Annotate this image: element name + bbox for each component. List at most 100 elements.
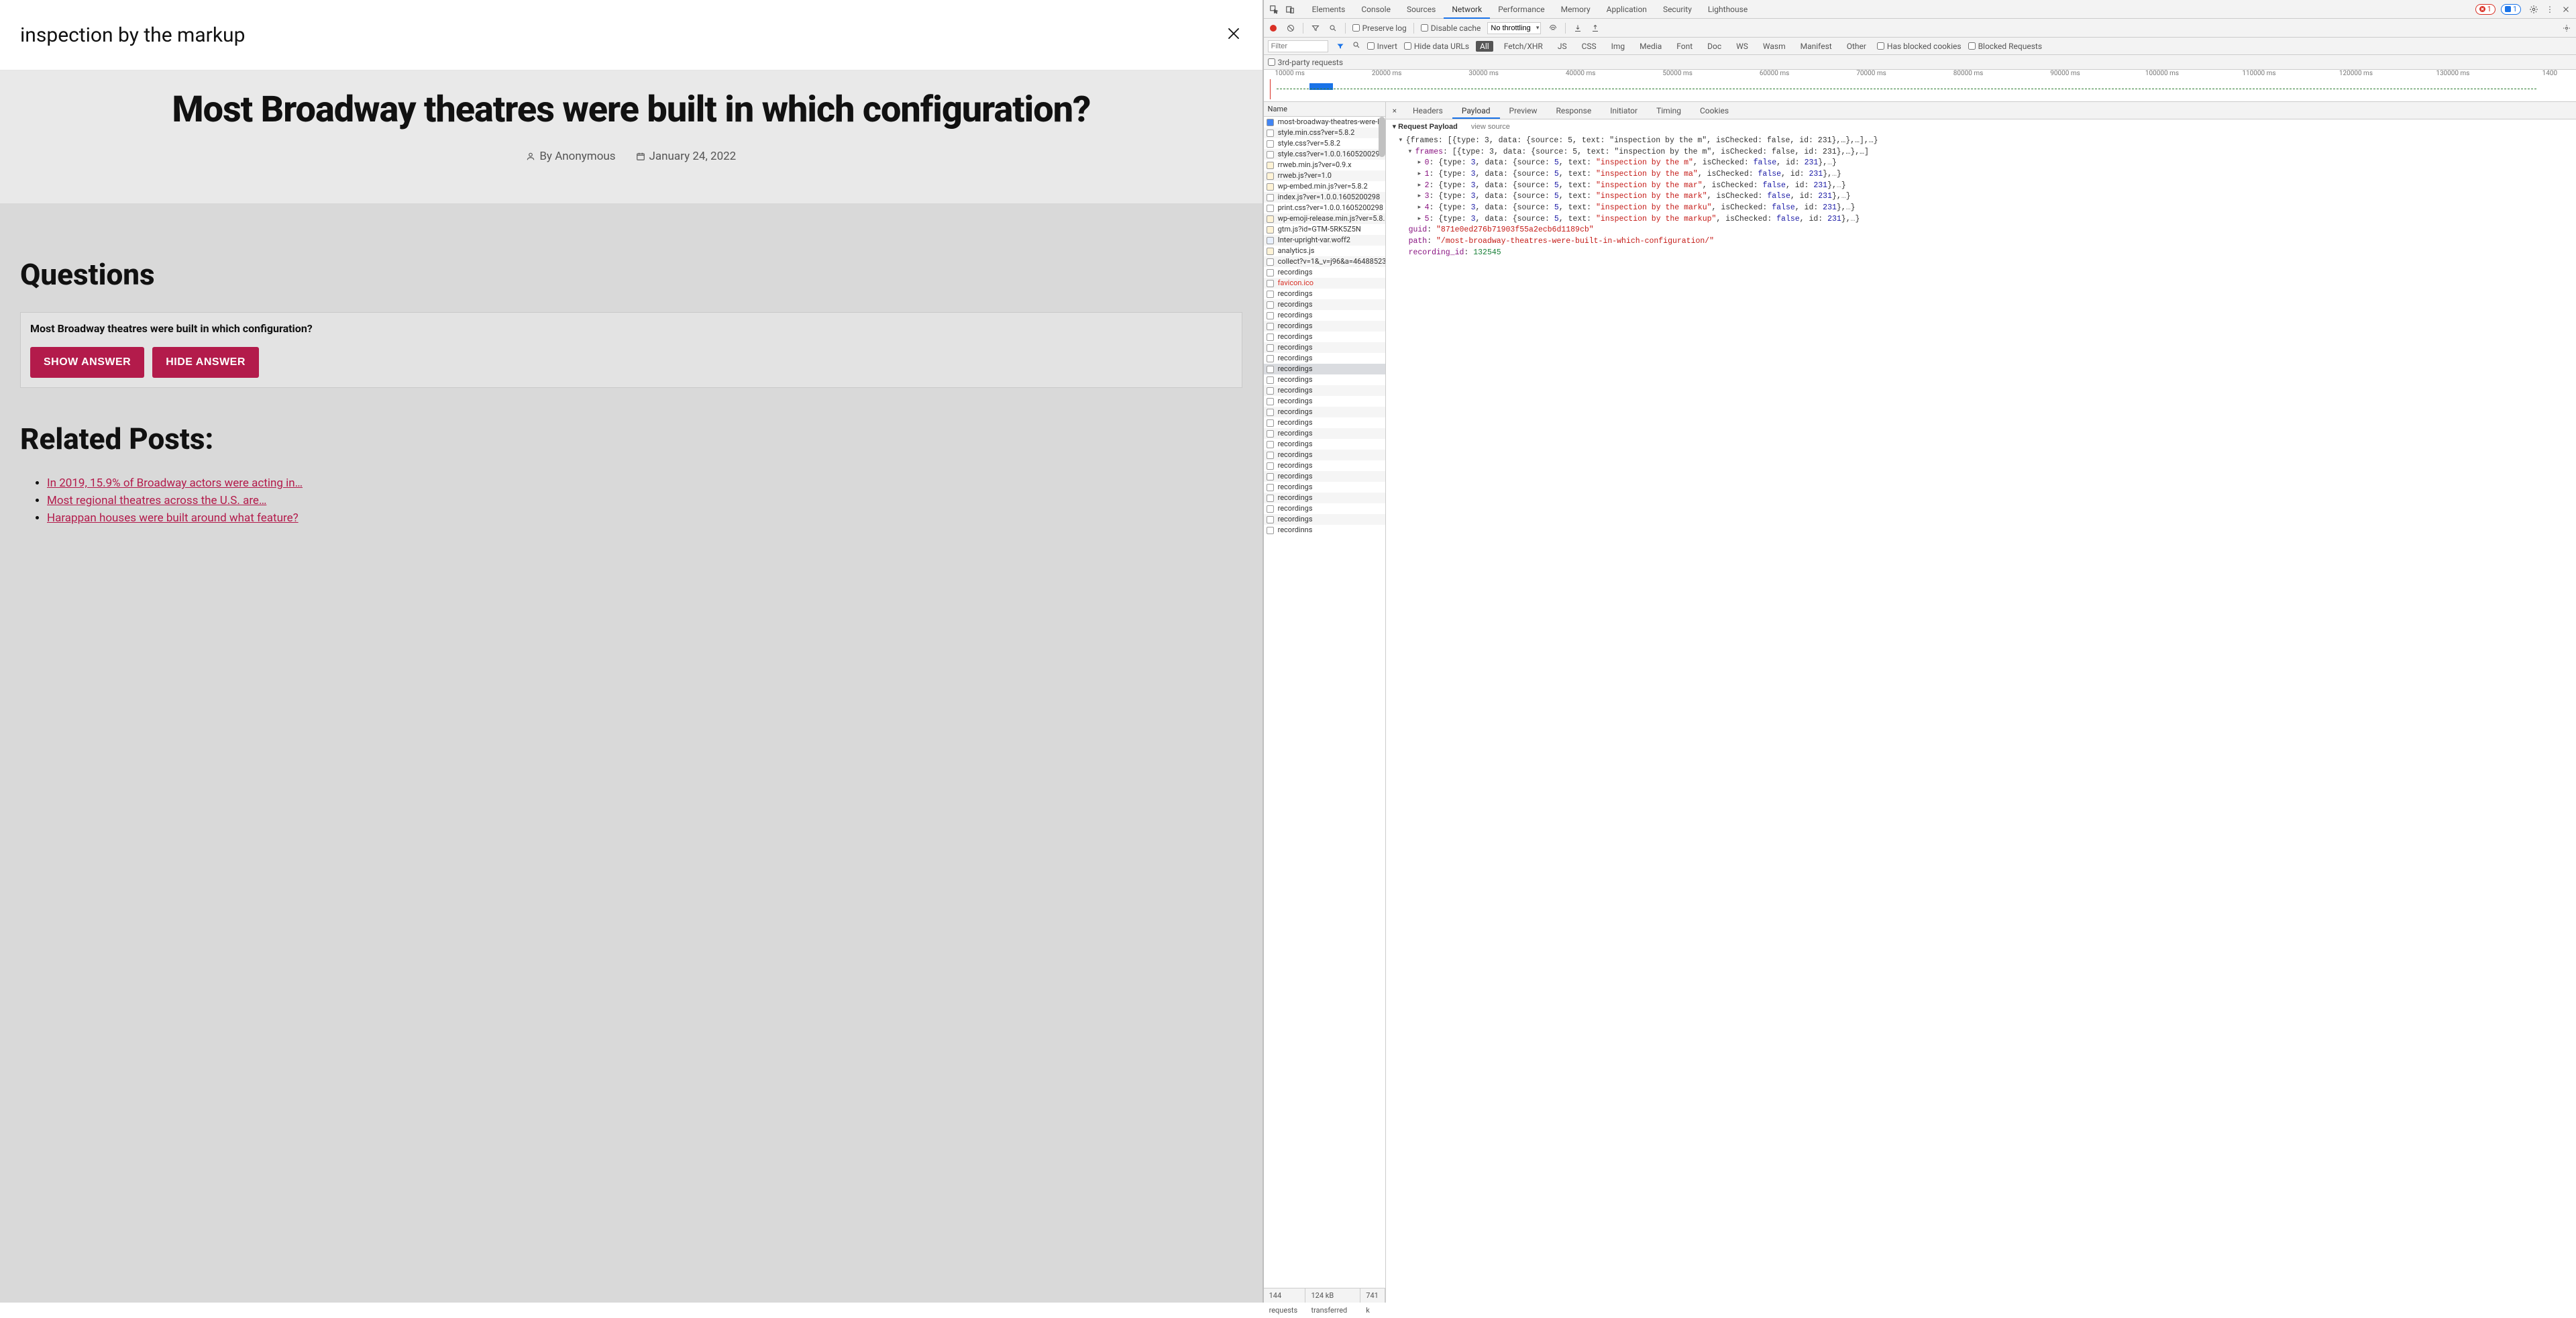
table-row[interactable]: recordings [1264,321,1385,332]
table-row[interactable]: recordings [1264,417,1385,428]
import-har-icon[interactable] [1572,23,1583,34]
filter-type-other[interactable]: Other [1843,41,1870,52]
invert-check[interactable]: Invert [1367,42,1397,51]
table-row[interactable]: recordings [1264,482,1385,493]
tab-console[interactable]: Console [1353,0,1399,19]
table-row[interactable]: recordings [1264,364,1385,374]
table-row[interactable]: wp-embed.min.js?ver=5.8.2 [1264,181,1385,192]
table-row[interactable]: recordings [1264,342,1385,353]
hide-data-urls-check[interactable]: Hide data URLs [1404,42,1469,51]
table-row[interactable]: recordings [1264,503,1385,514]
filter-type-font[interactable]: Font [1672,41,1697,52]
table-row[interactable]: analytics.js [1264,246,1385,256]
blocked-requests-check[interactable]: Blocked Requests [1968,42,2042,51]
filter-type-media[interactable]: Media [1635,41,1666,52]
filter-type-all[interactable]: All [1476,41,1493,52]
table-row[interactable]: gtm.js?id=GTM-5RK5Z5N [1264,224,1385,235]
filter-type-ws[interactable]: WS [1732,41,1752,52]
tree-node[interactable]: {frames: [{type: 3, data: {source: 5, te… [1399,136,2569,147]
filter-type-wasm[interactable]: Wasm [1759,41,1790,52]
payload-pane[interactable]: ▾ Request Payload view source {frames: [… [1386,119,2576,1303]
device-toolbar-icon[interactable] [1283,2,1297,17]
tree-node[interactable]: 5: {type: 3, data: {source: 5, text: "in… [1399,214,2569,225]
table-row[interactable]: recordings [1264,439,1385,450]
filter-type-js[interactable]: JS [1554,41,1571,52]
filter-toggle-icon[interactable] [1310,23,1321,34]
table-row[interactable]: recordings [1264,460,1385,471]
export-har-icon[interactable] [1590,23,1601,34]
tab-payload[interactable]: Payload [1452,102,1500,119]
tab-preview[interactable]: Preview [1500,102,1547,119]
table-row[interactable]: Inter-upright-var.woff2 [1264,235,1385,246]
filter-type-img[interactable]: Img [1607,41,1629,52]
table-row[interactable]: recordings [1264,385,1385,396]
search-icon[interactable] [1328,23,1338,34]
related-link[interactable]: In 2019, 15.9% of Broadway actors were a… [47,476,303,490]
funnel-icon[interactable] [1335,42,1346,50]
tab-application[interactable]: Application [1599,0,1655,19]
close-detail-icon[interactable]: × [1386,102,1403,119]
tab-initiator[interactable]: Initiator [1601,102,1647,119]
table-row[interactable]: recordings [1264,289,1385,299]
table-row[interactable]: recordinns [1264,525,1385,536]
tree-node[interactable]: 4: {type: 3, data: {source: 5, text: "in… [1399,203,2569,214]
tree-node[interactable]: 2: {type: 3, data: {source: 5, text: "in… [1399,181,2569,192]
table-row[interactable]: style.min.css?ver=5.8.2 [1264,128,1385,138]
table-row[interactable]: recordings [1264,299,1385,310]
tab-response[interactable]: Response [1546,102,1601,119]
info-count-badge[interactable]: 1 [2501,4,2521,15]
reqlist-header[interactable]: Name [1264,102,1385,117]
close-icon[interactable] [1225,21,1242,48]
tree-node[interactable]: frames: [{type: 3, data: {source: 5, tex… [1399,147,2569,158]
table-row[interactable]: recordings [1264,493,1385,503]
kebab-icon[interactable]: ⋮ [2542,2,2557,17]
filter-input[interactable] [1268,40,1328,52]
preserve-log[interactable]: Preserve log [1352,23,1407,33]
table-row[interactable]: recordings [1264,428,1385,439]
record-icon[interactable] [1268,23,1279,34]
table-row[interactable]: rrweb.js?ver=1.0 [1264,170,1385,181]
error-count-badge[interactable]: 1 [2475,4,2496,15]
table-row[interactable]: style.css?ver=1.0.0.1605200298 [1264,149,1385,160]
tab-network[interactable]: Network [1444,0,1490,19]
tab-timing[interactable]: Timing [1647,102,1690,119]
tab-security[interactable]: Security [1655,0,1700,19]
close-devtools-icon[interactable] [2559,2,2573,17]
table-row[interactable]: wp-emoji-release.min.js?ver=5.8.2 [1264,213,1385,224]
clear-icon[interactable] [1285,23,1296,34]
network-conditions-icon[interactable] [1548,23,1558,34]
tree-node[interactable]: 3: {type: 3, data: {source: 5, text: "in… [1399,191,2569,203]
tree-node[interactable]: 0: {type: 3, data: {source: 5, text: "in… [1399,158,2569,169]
table-row[interactable]: collect?v=1&_v=j96&a=464885235&t=... [1264,256,1385,267]
filter-type-doc[interactable]: Doc [1703,41,1725,52]
third-party-row[interactable]: 3rd-party requests [1264,55,2576,70]
filter-type-manifest[interactable]: Manifest [1796,41,1836,52]
table-row[interactable]: recordings [1264,267,1385,278]
network-timeline[interactable]: 10000 ms20000 ms30000 ms40000 ms50000 ms… [1264,70,2576,102]
table-row[interactable]: recordings [1264,471,1385,482]
tab-lighthouse[interactable]: Lighthouse [1700,0,1756,19]
table-row[interactable]: recordings [1264,332,1385,342]
table-row[interactable]: index.js?ver=1.0.0.1605200298 [1264,192,1385,203]
table-row[interactable]: recordings [1264,374,1385,385]
gear-icon[interactable] [2526,2,2541,17]
view-source-link[interactable]: view source [1471,122,1510,133]
tab-elements[interactable]: Elements [1304,0,1354,19]
table-row[interactable]: recordings [1264,450,1385,460]
search-icon[interactable] [1352,41,1360,51]
inspect-element-icon[interactable] [1267,2,1281,17]
tab-cookies[interactable]: Cookies [1690,102,1738,119]
tab-performance[interactable]: Performance [1490,0,1552,19]
tab-sources[interactable]: Sources [1399,0,1444,19]
table-row[interactable]: recordings [1264,310,1385,321]
scrollbar-thumb[interactable] [1379,117,1385,157]
tab-memory[interactable]: Memory [1553,0,1599,19]
table-row[interactable]: recordings [1264,396,1385,407]
table-row[interactable]: print.css?ver=1.0.0.1605200298 [1264,203,1385,213]
gear-icon[interactable] [2561,23,2572,34]
table-row[interactable]: most-broadway-theatres-were-built-in.. [1264,117,1385,128]
table-row[interactable]: recordings [1264,514,1385,525]
related-link[interactable]: Harappan houses were built around what f… [47,511,299,525]
tree-node[interactable]: 1: {type: 3, data: {source: 5, text: "in… [1399,169,2569,181]
tab-headers[interactable]: Headers [1403,102,1452,119]
